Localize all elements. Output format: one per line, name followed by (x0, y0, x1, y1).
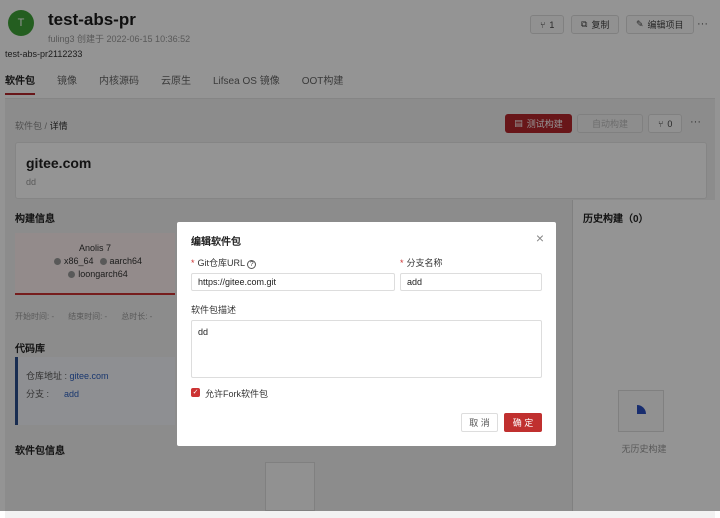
git-url-input[interactable]: https://gitee.com.git (191, 273, 395, 291)
close-icon[interactable]: × (536, 230, 544, 246)
package-desc-textarea[interactable]: dd (191, 320, 542, 378)
allow-fork-label: 允许Fork软件包 (205, 389, 269, 399)
confirm-button[interactable]: 确 定 (504, 413, 542, 432)
branch-name-input[interactable]: add (400, 273, 542, 291)
allow-fork-checkbox[interactable]: ✓ (191, 388, 200, 397)
dialog-title: 编辑软件包 (191, 237, 241, 248)
branch-name-label: 分支名称 (406, 258, 443, 268)
cancel-button[interactable]: 取 消 (461, 413, 498, 432)
url-label: Git仓库URL (197, 258, 245, 268)
desc-label: 软件包描述 (191, 305, 237, 315)
edit-package-dialog: 编辑软件包 × * Git仓库URL ? https://gitee.com.gi… (177, 222, 556, 446)
help-icon[interactable]: ? (247, 260, 257, 269)
